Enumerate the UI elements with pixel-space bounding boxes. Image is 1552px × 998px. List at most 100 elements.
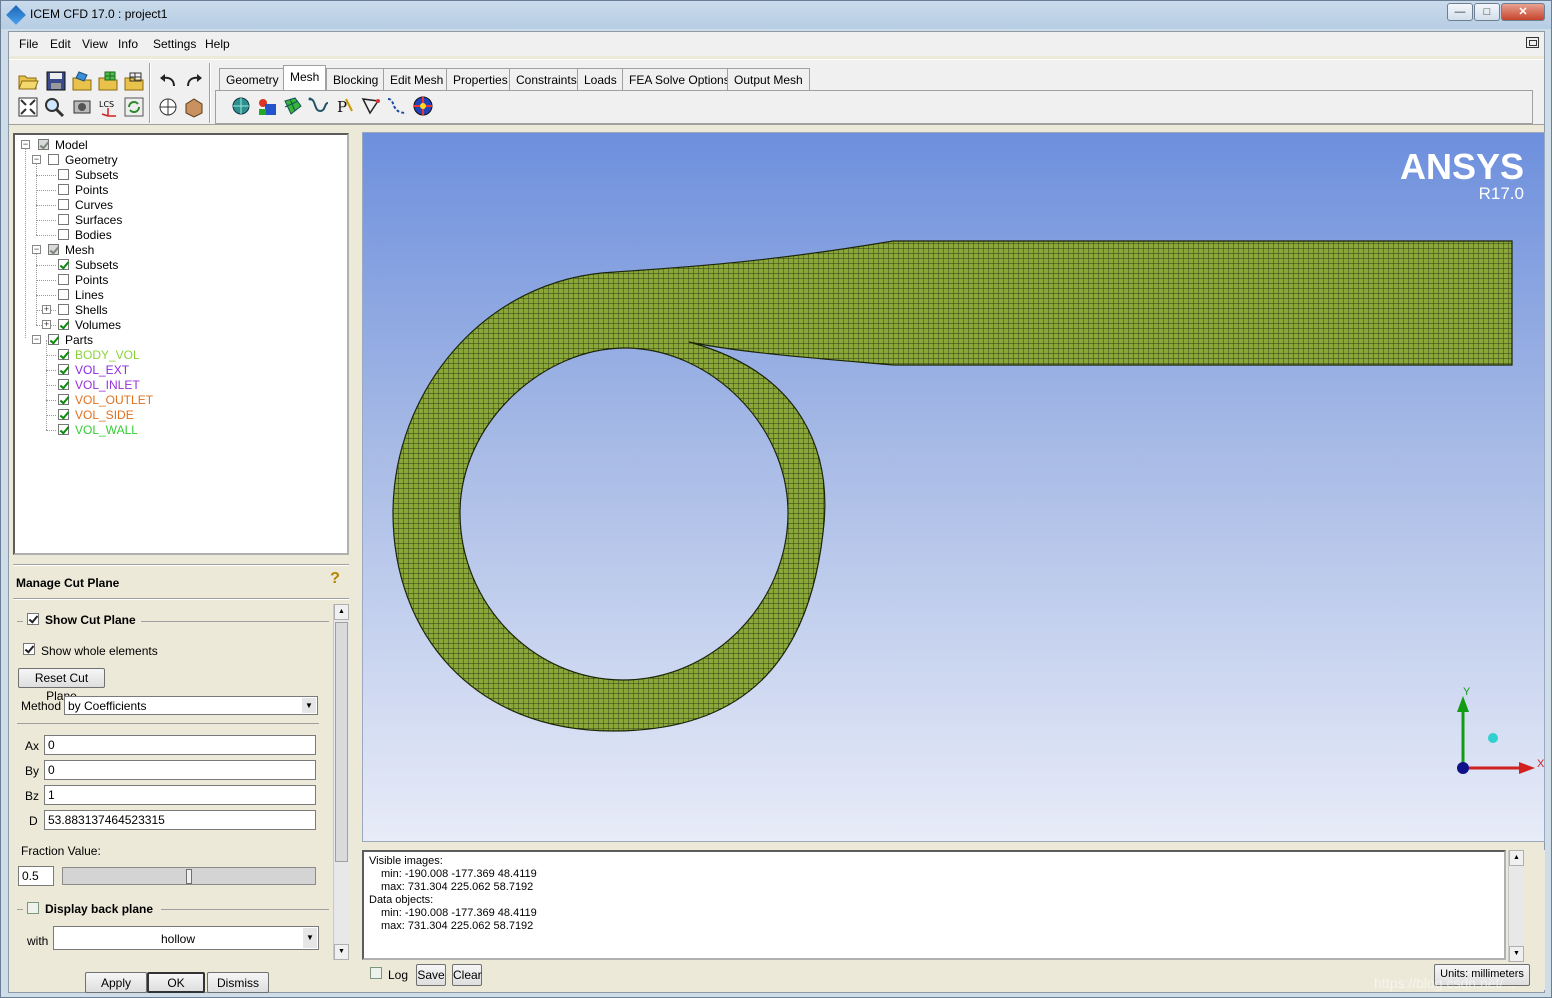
- fraction-slider-thumb[interactable]: [186, 869, 192, 884]
- tab-edit-mesh[interactable]: Edit Mesh: [383, 68, 451, 90]
- mesh-expander[interactable]: −: [32, 245, 41, 254]
- log-checkbox[interactable]: [370, 967, 382, 979]
- checkbox[interactable]: [58, 259, 69, 270]
- tab-blocking[interactable]: Blocking: [326, 68, 386, 90]
- mesh-curve-icon[interactable]: [386, 95, 408, 117]
- volumes-expander[interactable]: +: [42, 320, 51, 329]
- tab-mesh[interactable]: Mesh: [283, 65, 327, 90]
- checkbox[interactable]: [58, 319, 69, 330]
- checkbox[interactable]: [58, 199, 69, 210]
- open-folder-icon[interactable]: [17, 70, 39, 92]
- tab-loads[interactable]: Loads: [577, 68, 624, 90]
- refresh-icon[interactable]: [123, 96, 145, 118]
- console-scrollbar[interactable]: ▲ ▼: [1508, 850, 1524, 962]
- show-cut-plane-checkbox[interactable]: [27, 613, 39, 625]
- checkbox[interactable]: [58, 184, 69, 195]
- checkbox[interactable]: [58, 229, 69, 240]
- global-mesh-setup-icon[interactable]: [230, 95, 252, 117]
- checkbox[interactable]: [58, 304, 69, 315]
- scroll-up-icon[interactable]: ▲: [334, 604, 349, 620]
- tab-properties[interactable]: Properties: [446, 68, 515, 90]
- ok-button[interactable]: OK: [147, 972, 205, 993]
- dismiss-button[interactable]: Dismiss: [207, 972, 269, 993]
- scroll-thumb[interactable]: [335, 622, 348, 862]
- ax-input[interactable]: [44, 735, 316, 755]
- menu-help[interactable]: Help: [205, 37, 230, 51]
- parts-checkbox[interactable]: [48, 334, 59, 345]
- geometry-expander[interactable]: −: [32, 155, 41, 164]
- method-select[interactable]: by Coefficients ▼: [64, 696, 318, 715]
- geometry-checkbox[interactable]: [48, 154, 59, 165]
- maximize-button[interactable]: □: [1474, 3, 1500, 21]
- chevron-down-icon[interactable]: ▼: [303, 928, 317, 948]
- menu-edit[interactable]: Edit: [50, 37, 71, 51]
- parts-expander[interactable]: −: [32, 335, 41, 344]
- chevron-down-icon[interactable]: ▼: [302, 698, 316, 713]
- checkbox[interactable]: [58, 214, 69, 225]
- back-plane-style-select[interactable]: hollow ▼: [53, 926, 319, 950]
- open-blocking-icon[interactable]: [123, 70, 145, 92]
- solid-view-icon[interactable]: [183, 96, 205, 118]
- graphics-viewport[interactable]: ANSYS R17.0 Y X: [362, 132, 1545, 842]
- scroll-up-icon[interactable]: ▲: [1509, 850, 1524, 866]
- close-button[interactable]: ✕: [1501, 3, 1545, 21]
- checkbox[interactable]: [58, 424, 69, 435]
- shells-expander[interactable]: +: [42, 305, 51, 314]
- scroll-down-icon[interactable]: ▼: [334, 944, 349, 960]
- by-input[interactable]: [44, 760, 316, 780]
- title-bar[interactable]: ICEM CFD 17.0 : project1 — □ ✕: [1, 1, 1551, 29]
- scroll-down-icon[interactable]: ▼: [1509, 946, 1524, 962]
- tab-geometry[interactable]: Geometry: [219, 68, 286, 90]
- tab-constraints[interactable]: Constraints: [509, 68, 584, 90]
- bz-input[interactable]: [44, 785, 316, 805]
- fraction-slider[interactable]: [62, 867, 316, 885]
- redo-icon[interactable]: [183, 70, 205, 92]
- checkbox[interactable]: [58, 379, 69, 390]
- checkbox[interactable]: [58, 409, 69, 420]
- model-expander[interactable]: −: [21, 140, 30, 149]
- local-coordinate-icon[interactable]: LCS: [97, 96, 119, 118]
- model-checkbox[interactable]: [38, 139, 49, 150]
- restore-layout-icon[interactable]: [1526, 37, 1539, 48]
- apply-button[interactable]: Apply: [85, 972, 147, 993]
- tab-fea-solve-options[interactable]: FEA Solve Options: [622, 68, 737, 90]
- define-connectors-icon[interactable]: [360, 95, 382, 117]
- checkbox[interactable]: [58, 274, 69, 285]
- save-disk-icon[interactable]: [45, 70, 67, 92]
- menu-settings[interactable]: Settings: [153, 37, 196, 51]
- menu-file[interactable]: File: [19, 37, 38, 51]
- menu-info[interactable]: Info: [118, 37, 138, 51]
- checkbox[interactable]: [58, 394, 69, 405]
- show-whole-elements-checkbox[interactable]: [23, 643, 35, 655]
- clear-log-button[interactable]: Clear: [452, 964, 482, 986]
- checkbox[interactable]: [58, 289, 69, 300]
- reset-cut-plane-button[interactable]: Reset Cut Plane: [18, 668, 105, 703]
- save-log-button[interactable]: Save: [416, 964, 446, 986]
- checkbox[interactable]: [58, 364, 69, 375]
- hardcopy-icon[interactable]: [71, 96, 93, 118]
- menu-view[interactable]: View: [82, 37, 108, 51]
- curve-mesh-setup-icon[interactable]: [308, 95, 330, 117]
- undo-icon[interactable]: [157, 70, 179, 92]
- open-geometry-icon[interactable]: [71, 70, 93, 92]
- wireframe-view-icon[interactable]: [157, 96, 179, 118]
- panel-scrollbar[interactable]: ▲ ▼: [333, 604, 349, 960]
- mesh-checkbox[interactable]: [48, 244, 59, 255]
- fit-window-icon[interactable]: [17, 96, 39, 118]
- part-mesh-setup-icon[interactable]: [256, 95, 278, 117]
- d-input[interactable]: [44, 810, 316, 830]
- units-indicator[interactable]: Units: millimeters: [1434, 964, 1530, 986]
- checkbox[interactable]: [58, 349, 69, 360]
- tab-output-mesh[interactable]: Output Mesh: [727, 68, 810, 90]
- checkbox[interactable]: [58, 169, 69, 180]
- help-icon[interactable]: ?: [327, 570, 343, 590]
- display-back-plane-checkbox[interactable]: [27, 902, 39, 914]
- create-mesh-density-icon[interactable]: P: [334, 95, 356, 117]
- surface-mesh-setup-icon[interactable]: [282, 95, 304, 117]
- message-console[interactable]: Visible images: min: -190.008 -177.369 4…: [362, 850, 1506, 960]
- minimize-button[interactable]: —: [1447, 3, 1473, 21]
- zoom-box-icon[interactable]: [43, 96, 65, 118]
- fraction-value-input[interactable]: [18, 866, 54, 886]
- compute-mesh-icon[interactable]: [412, 95, 434, 117]
- open-mesh-icon[interactable]: [97, 70, 119, 92]
